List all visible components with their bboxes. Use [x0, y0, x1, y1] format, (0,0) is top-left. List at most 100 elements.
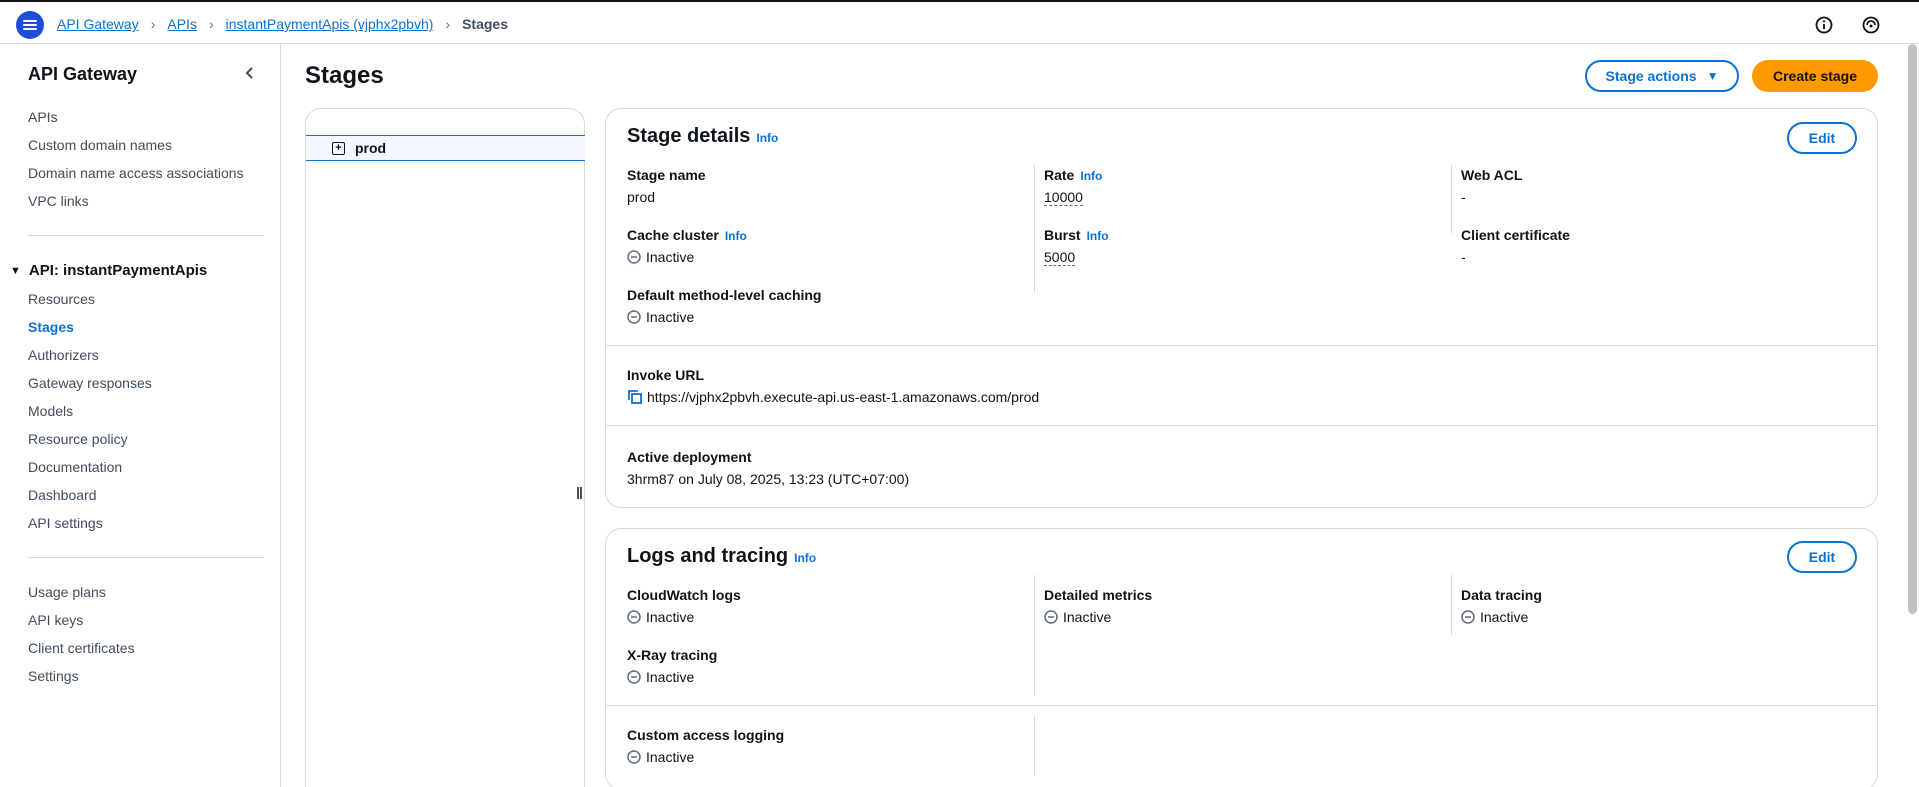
sidebar-item-dashboard[interactable]: Dashboard	[28, 487, 97, 503]
client-certificate-value: -	[1461, 249, 1466, 265]
section-divider	[606, 705, 1877, 706]
sidebar-item-custom-domain-names[interactable]: Custom domain names	[28, 137, 172, 153]
column-divider	[1034, 715, 1035, 775]
edit-logs-button[interactable]: Edit	[1787, 541, 1857, 573]
cache-cluster-status: Inactive	[627, 249, 747, 265]
burst-label-text: Burst	[1044, 227, 1081, 243]
copy-icon[interactable]	[627, 389, 643, 405]
detailed-metrics-label: Detailed metrics	[1044, 587, 1153, 603]
rate-label-text: Rate	[1044, 167, 1075, 183]
tree-node-label: prod	[355, 140, 387, 156]
sidebar-item-apis[interactable]: APIs	[28, 109, 58, 125]
rate-label: Rate Info	[1044, 167, 1102, 183]
default-caching-field: Default method-level caching Inactive	[627, 287, 821, 325]
stage-name-value: prod	[627, 189, 656, 205]
status-inactive-icon	[627, 750, 641, 764]
stage-details-title: Stage details Info	[627, 125, 778, 148]
create-stage-button[interactable]: Create stage	[1752, 60, 1878, 92]
xray-tracing-field: X-Ray tracing Inactive	[627, 647, 717, 685]
sidebar-item-authorizers[interactable]: Authorizers	[28, 347, 99, 363]
sidebar-item-domain-access-associations[interactable]: Domain name access associations	[28, 165, 244, 181]
breadcrumb-api-gateway[interactable]: API Gateway	[57, 16, 139, 32]
column-divider	[1451, 575, 1452, 635]
edit-stage-details-button[interactable]: Edit	[1787, 122, 1857, 154]
detailed-metrics-status: Inactive	[1044, 609, 1152, 625]
chevron-right-icon: ›	[208, 16, 214, 32]
active-deployment-value: 3hrm87 on July 08, 2025, 13:23 (UTC+07:0…	[627, 471, 910, 487]
burst-value-text: 5000	[1044, 249, 1076, 266]
sidebar-item-resource-policy[interactable]: Resource policy	[28, 431, 128, 447]
breadcrumb-api-name[interactable]: instantPaymentApis (vjphx2pbvh)	[226, 16, 434, 32]
breadcrumb-apis[interactable]: APIs	[167, 16, 197, 32]
sidebar-item-api-settings[interactable]: API settings	[28, 515, 103, 531]
status-inactive-icon	[627, 310, 641, 324]
page-title: Stages	[305, 62, 384, 89]
sidebar-item-api-keys[interactable]: API keys	[28, 612, 83, 628]
sidebar-item-documentation[interactable]: Documentation	[28, 459, 122, 475]
default-caching-value: Inactive	[646, 309, 695, 325]
info-link[interactable]: Info	[725, 229, 747, 243]
caret-down-icon: ▼	[10, 264, 21, 277]
sidebar-item-vpc-links[interactable]: VPC links	[28, 193, 89, 209]
info-link[interactable]: Info	[1087, 229, 1109, 243]
sidebar-item-models[interactable]: Models	[28, 403, 73, 419]
info-link[interactable]: Info	[1080, 169, 1102, 183]
cache-cluster-label: Cache cluster Info	[627, 227, 747, 243]
column-divider	[1451, 165, 1452, 233]
custom-access-logging-value: Inactive	[646, 749, 695, 765]
info-circle-icon[interactable]	[1815, 16, 1833, 34]
breadcrumb: API Gateway › APIs › instantPaymentApis …	[57, 16, 508, 32]
sidebar-item-gateway-responses[interactable]: Gateway responses	[28, 375, 152, 391]
info-link[interactable]: Info	[794, 551, 816, 565]
section-divider	[606, 345, 1877, 346]
cache-cluster-field: Cache cluster Info Inactive	[627, 227, 747, 265]
tree-node-prod[interactable]: + prod	[306, 135, 585, 161]
stage-actions-button[interactable]: Stage actions ▼	[1585, 60, 1739, 92]
invoke-url-value[interactable]: https://vjphx2pbvh.execute-api.us-east-1…	[647, 389, 1039, 405]
web-acl-field: Web ACL -	[1461, 167, 1522, 205]
detailed-metrics-value: Inactive	[1063, 609, 1112, 625]
chevron-right-icon: ›	[150, 16, 156, 32]
menu-toggle-button[interactable]	[16, 11, 44, 39]
sidebar-item-client-certificates[interactable]: Client certificates	[28, 640, 135, 656]
status-inactive-icon	[627, 610, 641, 624]
custom-access-logging-label: Custom access logging	[627, 727, 785, 743]
column-divider	[1034, 165, 1035, 293]
web-acl-label: Web ACL	[1461, 167, 1523, 183]
sidebar-api-section-header[interactable]: ▼ API: instantPaymentApis	[10, 262, 207, 279]
side-navigation: API Gateway APIs Custom domain names Dom…	[0, 44, 281, 787]
rate-value-text: 10000	[1044, 189, 1083, 206]
sidebar-item-settings[interactable]: Settings	[28, 668, 79, 684]
client-certificate-field: Client certificate -	[1461, 227, 1570, 265]
chevron-left-icon[interactable]	[243, 66, 257, 80]
detailed-metrics-field: Detailed metrics Inactive	[1044, 587, 1152, 625]
resize-handle-icon[interactable]	[576, 486, 584, 500]
burst-value[interactable]: 5000	[1044, 249, 1109, 266]
sidebar-item-usage-plans[interactable]: Usage plans	[28, 584, 106, 600]
status-inactive-icon	[1461, 610, 1475, 624]
info-link[interactable]: Info	[756, 131, 778, 145]
rate-field: Rate Info 10000	[1044, 167, 1102, 206]
feedback-icon[interactable]	[1862, 16, 1880, 34]
stage-name-field: Stage name prod	[627, 167, 706, 205]
client-certificate-label: Client certificate	[1461, 227, 1570, 243]
page-scrollbar[interactable]	[1908, 44, 1917, 614]
sidebar-title[interactable]: API Gateway	[28, 64, 137, 85]
data-tracing-value: Inactive	[1480, 609, 1529, 625]
column-divider	[1034, 575, 1035, 695]
expand-plus-icon[interactable]: +	[332, 141, 345, 155]
xray-tracing-label: X-Ray tracing	[627, 647, 718, 663]
burst-field: Burst Info 5000	[1044, 227, 1109, 266]
sidebar-item-resources[interactable]: Resources	[28, 291, 95, 307]
rate-value[interactable]: 10000	[1044, 189, 1102, 206]
chevron-right-icon: ›	[445, 16, 451, 32]
burst-label: Burst Info	[1044, 227, 1109, 243]
logs-title: Logs and tracing Info	[627, 545, 816, 568]
sidebar-item-stages[interactable]: Stages	[28, 319, 74, 335]
stage-details-card: Stage details Info Edit Stage name prod R…	[605, 108, 1878, 508]
data-tracing-status: Inactive	[1461, 609, 1542, 625]
stage-actions-label: Stage actions	[1605, 68, 1697, 84]
invoke-url-row: https://vjphx2pbvh.execute-api.us-east-1…	[627, 389, 1039, 405]
caret-down-icon: ▼	[1706, 69, 1719, 83]
status-inactive-icon	[1044, 610, 1058, 624]
